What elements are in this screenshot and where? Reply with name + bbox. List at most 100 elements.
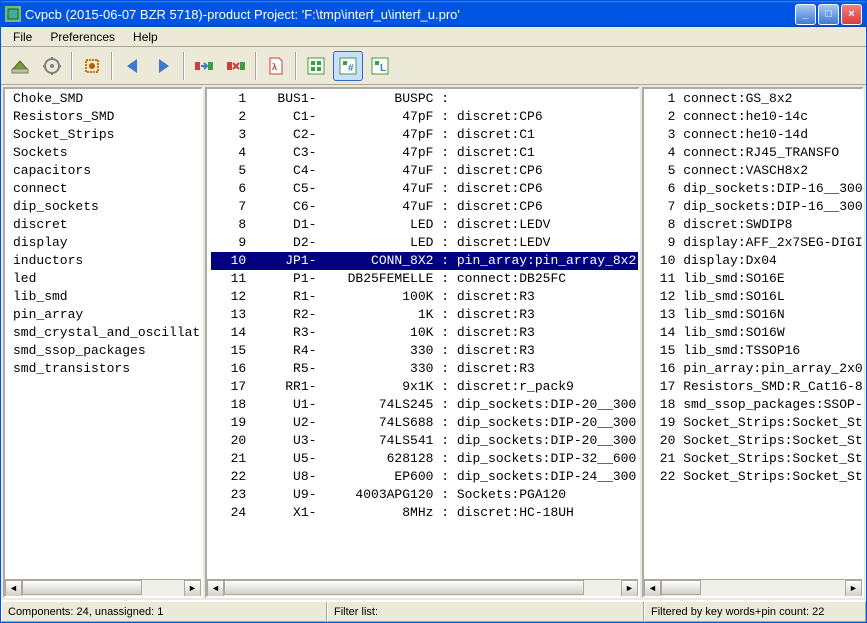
library-item[interactable]: smd_crystal_and_oscillators xyxy=(9,324,201,342)
footprint-row[interactable]: 18 smd_ssop_packages:SSOP-16 xyxy=(648,396,862,414)
component-row[interactable]: 12 R1- 100K : discret:R3 xyxy=(211,288,638,306)
footprint-row[interactable]: 3 connect:he10-14d xyxy=(648,126,862,144)
component-row[interactable]: 4 C3- 47pF : discret:C1 xyxy=(211,144,638,162)
component-row[interactable]: 21 U5- 628128 : dip_sockets:DIP-32__600 xyxy=(211,450,638,468)
library-item[interactable]: dip_sockets xyxy=(9,198,201,216)
menu-preferences[interactable]: Preferences xyxy=(42,28,123,46)
scroll-thumb[interactable] xyxy=(224,580,584,595)
component-row[interactable]: 5 C4- 47uF : discret:CP6 xyxy=(211,162,638,180)
component-row[interactable]: 2 C1- 47pF : discret:CP6 xyxy=(211,108,638,126)
library-item[interactable]: inductors xyxy=(9,252,201,270)
scroll-thumb[interactable] xyxy=(661,580,701,595)
library-item[interactable]: smd_transistors xyxy=(9,360,201,378)
footprint-row[interactable]: 9 display:AFF_2x7SEG-DIGIT_10 xyxy=(648,234,862,252)
menu-file[interactable]: File xyxy=(5,28,40,46)
footprint-row[interactable]: 8 discret:SWDIP8 xyxy=(648,216,862,234)
scroll-left-icon[interactable]: ◄ xyxy=(207,580,224,597)
scroll-right-icon[interactable]: ► xyxy=(621,580,638,597)
scroll-right-icon[interactable]: ► xyxy=(184,580,201,597)
component-row[interactable]: 13 R2- 1K : discret:R3 xyxy=(211,306,638,324)
library-item[interactable]: connect xyxy=(9,180,201,198)
component-row[interactable]: 16 R5- 330 : discret:R3 xyxy=(211,360,638,378)
filter-library-button[interactable]: L xyxy=(365,51,395,81)
component-row[interactable]: 20 U3- 74LS541 : dip_sockets:DIP-20__300 xyxy=(211,432,638,450)
footprint-row[interactable]: 5 connect:VASCH8x2 xyxy=(648,162,862,180)
titlebar[interactable]: Cvpcb (2015-06-07 BZR 5718)-product Proj… xyxy=(1,1,866,27)
close-button[interactable]: × xyxy=(841,4,862,25)
component-row[interactable]: 17 RR1- 9x1K : discret:r_pack9 xyxy=(211,378,638,396)
view-footprint-button[interactable] xyxy=(77,51,107,81)
component-row[interactable]: 3 C2- 47pF : discret:C1 xyxy=(211,126,638,144)
status-components: Components: 24, unassigned: 1 xyxy=(1,601,327,622)
library-item[interactable]: capacitors xyxy=(9,162,201,180)
footprint-row[interactable]: 1 connect:GS_8x2 xyxy=(648,90,862,108)
maximize-button[interactable]: □ xyxy=(818,4,839,25)
documentation-button[interactable]: λ xyxy=(261,51,291,81)
prev-button[interactable] xyxy=(117,51,147,81)
menu-help[interactable]: Help xyxy=(125,28,166,46)
hscrollbar[interactable]: ◄ ► xyxy=(207,579,638,596)
footprint-row[interactable]: 2 connect:he10-14c xyxy=(648,108,862,126)
separator-icon xyxy=(295,52,297,80)
footprint-row[interactable]: 13 lib_smd:SO16N xyxy=(648,306,862,324)
minimize-button[interactable]: _ xyxy=(795,4,816,25)
library-item[interactable]: Socket_Strips xyxy=(9,126,201,144)
footprint-row[interactable]: 22 Socket_Strips:Socket_Strip_ xyxy=(648,468,862,486)
footprint-row[interactable]: 17 Resistors_SMD:R_Cat16-8 xyxy=(648,378,862,396)
scroll-right-icon[interactable]: ► xyxy=(845,580,862,597)
component-row[interactable]: 7 C6- 47uF : discret:CP6 xyxy=(211,198,638,216)
footprint-row[interactable]: 21 Socket_Strips:Socket_Strip_ xyxy=(648,450,862,468)
component-row[interactable]: 15 R4- 330 : discret:R3 xyxy=(211,342,638,360)
footprint-row[interactable]: 12 lib_smd:SO16L xyxy=(648,288,862,306)
scroll-thumb[interactable] xyxy=(22,580,142,595)
component-row[interactable]: 23 U9- 4003APG120 : Sockets:PGA120 xyxy=(211,486,638,504)
library-item[interactable]: pin_array xyxy=(9,306,201,324)
scroll-track[interactable] xyxy=(661,580,845,597)
component-row[interactable]: 6 C5- 47uF : discret:CP6 xyxy=(211,180,638,198)
library-item[interactable]: Choke_SMD xyxy=(9,90,201,108)
footprint-row[interactable]: 4 connect:RJ45_TRANSFO xyxy=(648,144,862,162)
next-button[interactable] xyxy=(149,51,179,81)
footprint-row[interactable]: 7 dip_sockets:DIP-16__300_ELL xyxy=(648,198,862,216)
scroll-left-icon[interactable]: ◄ xyxy=(644,580,661,597)
library-item[interactable]: smd_ssop_packages xyxy=(9,342,201,360)
component-row[interactable]: 18 U1- 74LS245 : dip_sockets:DIP-20__300 xyxy=(211,396,638,414)
component-list[interactable]: 1 BUS1- BUSPC : 2 C1- 47pF : discret:CP6… xyxy=(207,89,638,579)
library-item[interactable]: discret xyxy=(9,216,201,234)
footprint-row[interactable]: 14 lib_smd:SO16W xyxy=(648,324,862,342)
component-row[interactable]: 22 U8- EP600 : dip_sockets:DIP-24__300 xyxy=(211,468,638,486)
library-item[interactable]: led xyxy=(9,270,201,288)
component-row[interactable]: 24 X1- 8MHz : discret:HC-18UH xyxy=(211,504,638,522)
scroll-track[interactable] xyxy=(224,580,621,597)
footprint-row[interactable]: 11 lib_smd:SO16E xyxy=(648,270,862,288)
save-button[interactable] xyxy=(5,51,35,81)
component-row[interactable]: 19 U2- 74LS688 : dip_sockets:DIP-20__300 xyxy=(211,414,638,432)
hscrollbar[interactable]: ◄ ► xyxy=(5,579,201,596)
settings-button[interactable] xyxy=(37,51,67,81)
footprint-row[interactable]: 20 Socket_Strips:Socket_Strip_ xyxy=(648,432,862,450)
filter-keywords-button[interactable] xyxy=(301,51,331,81)
footprint-row[interactable]: 16 pin_array:pin_array_2x08 xyxy=(648,360,862,378)
footprint-row[interactable]: 6 dip_sockets:DIP-16__300 xyxy=(648,180,862,198)
scroll-track[interactable] xyxy=(22,580,184,597)
component-row[interactable]: 8 D1- LED : discret:LEDV xyxy=(211,216,638,234)
component-row[interactable]: 1 BUS1- BUSPC : xyxy=(211,90,638,108)
library-item[interactable]: lib_smd xyxy=(9,288,201,306)
footprint-row[interactable]: 19 Socket_Strips:Socket_Strip_ xyxy=(648,414,862,432)
scroll-left-icon[interactable]: ◄ xyxy=(5,580,22,597)
library-item[interactable]: Sockets xyxy=(9,144,201,162)
component-row[interactable]: 11 P1- DB25FEMELLE : connect:DB25FC xyxy=(211,270,638,288)
library-list[interactable]: Choke_SMDResistors_SMDSocket_StripsSocke… xyxy=(5,89,201,579)
component-row[interactable]: 14 R3- 10K : discret:R3 xyxy=(211,324,638,342)
footprint-row[interactable]: 15 lib_smd:TSSOP16 xyxy=(648,342,862,360)
auto-associate-button[interactable] xyxy=(189,51,219,81)
delete-associations-button[interactable] xyxy=(221,51,251,81)
library-item[interactable]: display xyxy=(9,234,201,252)
component-row[interactable]: 9 D2- LED : discret:LEDV xyxy=(211,234,638,252)
filter-pincount-button[interactable]: # xyxy=(333,51,363,81)
footprint-row[interactable]: 10 display:Dx04 xyxy=(648,252,862,270)
component-row[interactable]: 10 JP1- CONN_8X2 : pin_array:pin_array_8… xyxy=(211,252,638,270)
hscrollbar[interactable]: ◄ ► xyxy=(644,579,862,596)
library-item[interactable]: Resistors_SMD xyxy=(9,108,201,126)
footprint-list[interactable]: 1 connect:GS_8x2 2 connect:he10-14c 3 co… xyxy=(644,89,862,579)
